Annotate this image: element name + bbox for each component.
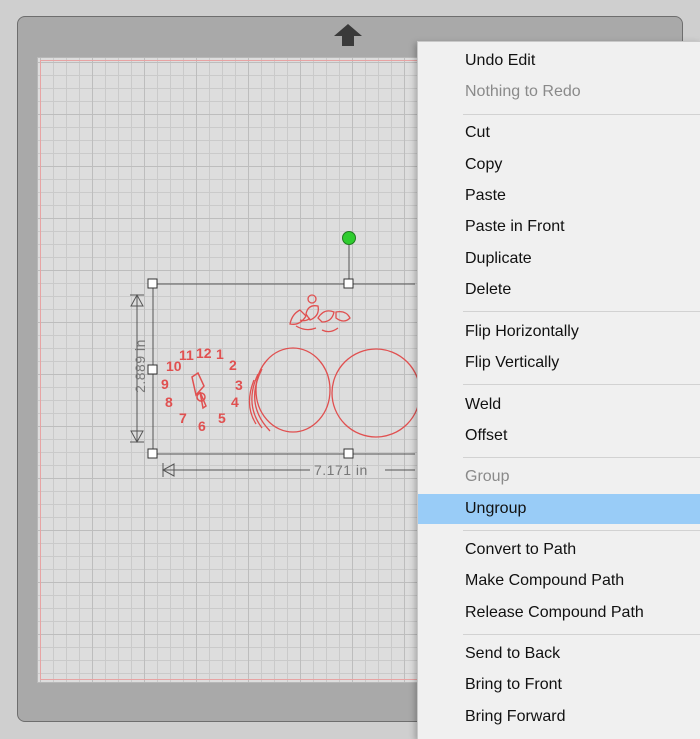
clock-digit-8: 8	[165, 394, 173, 410]
width-dimension-label: 7.171 in	[314, 462, 368, 478]
menu-item-undo-edit[interactable]: Undo Edit	[418, 46, 700, 76]
menu-item-offset[interactable]: Offset	[418, 421, 700, 451]
menu-item-send-to-back[interactable]: Send to Back	[418, 639, 700, 669]
resize-handle-bottom-left[interactable]	[147, 448, 158, 459]
menu-item-copy[interactable]: Copy	[418, 150, 700, 180]
menu-item-delete[interactable]: Delete	[418, 275, 700, 305]
menu-item-convert-to-path[interactable]: Convert to Path	[418, 535, 700, 565]
menu-separator	[463, 384, 700, 385]
clock-face-design: 12 1 2 3 4 5 6 7 8 9 10 11	[161, 345, 243, 434]
menu-item-bring-to-front[interactable]: Bring to Front	[418, 670, 700, 700]
menu-item-make-compound-path[interactable]: Make Compound Path	[418, 566, 700, 596]
clock-digit-4: 4	[231, 394, 239, 410]
menu-separator	[463, 311, 700, 312]
menu-item-group: Group	[465, 468, 510, 485]
menu-item-paste-in-front[interactable]: Paste in Front	[418, 212, 700, 242]
menu-item-ungroup[interactable]: Ungroup	[418, 494, 700, 524]
resize-handle-middle-left[interactable]	[147, 364, 158, 375]
menu-item-duplicate[interactable]: Duplicate	[418, 244, 700, 274]
menu-item-nothing-to-redo: Nothing to Redo	[465, 83, 581, 100]
clock-digit-7: 7	[179, 410, 187, 426]
clock-digit-5: 5	[218, 410, 226, 426]
resize-handle-top-left[interactable]	[147, 278, 158, 289]
menu-item-flip-vertically[interactable]: Flip Vertically	[418, 348, 700, 378]
resize-handle-top-middle[interactable]	[343, 278, 354, 289]
bow-decoration-design	[289, 294, 351, 333]
rotate-handle-icon[interactable]	[342, 231, 356, 245]
menu-item-bring-forward[interactable]: Bring Forward	[418, 702, 700, 732]
height-dimension-label: 2.889 in	[132, 339, 148, 393]
menu-item-release-compound-path[interactable]: Release Compound Path	[418, 598, 700, 628]
resize-handle-bottom-middle[interactable]	[343, 448, 354, 459]
menu-separator	[463, 634, 700, 635]
circle-shapes-design	[248, 347, 421, 438]
clock-digit-9: 9	[161, 376, 169, 392]
clock-digit-11: 11	[179, 347, 194, 363]
clock-digit-1: 1	[216, 346, 224, 362]
menu-item-weld[interactable]: Weld	[418, 390, 700, 420]
menu-item-cut[interactable]: Cut	[418, 118, 700, 148]
clock-digit-6: 6	[198, 418, 206, 434]
clock-digit-2: 2	[229, 357, 237, 373]
clock-digit-3: 3	[235, 377, 243, 393]
clock-hands-design	[191, 371, 207, 410]
menu-separator	[463, 114, 700, 115]
menu-separator	[463, 457, 700, 458]
menu-separator	[463, 530, 700, 531]
menu-item-flip-horizontally[interactable]: Flip Horizontally	[418, 317, 700, 347]
context-menu: Undo Edit Nothing to Redo Cut Copy Paste…	[417, 41, 700, 739]
clock-digit-12: 12	[196, 345, 212, 361]
menu-item-paste[interactable]: Paste	[418, 181, 700, 211]
width-dimension-line	[161, 463, 415, 477]
